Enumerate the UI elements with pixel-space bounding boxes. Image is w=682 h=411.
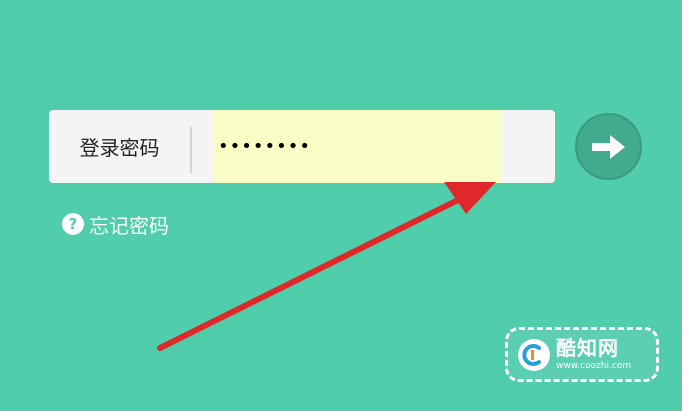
password-field-container: 登录密码 [49,110,555,183]
field-divider [190,127,192,173]
password-label: 登录密码 [79,136,160,160]
watermark-name: 酷知网 [556,336,619,360]
forgot-password-label: 忘记密码 [89,213,169,238]
submit-button[interactable] [575,113,642,180]
watermark: 酷知网 www.coozhi.com [505,327,659,382]
forgot-password-link[interactable]: ? 忘记密码 [62,211,169,238]
coozhi-logo-icon [518,338,550,371]
password-input[interactable] [214,110,501,183]
question-circle-icon: ? [62,213,84,235]
arrow-right-icon [591,134,625,159]
watermark-url: www.coozhi.com [556,361,632,371]
